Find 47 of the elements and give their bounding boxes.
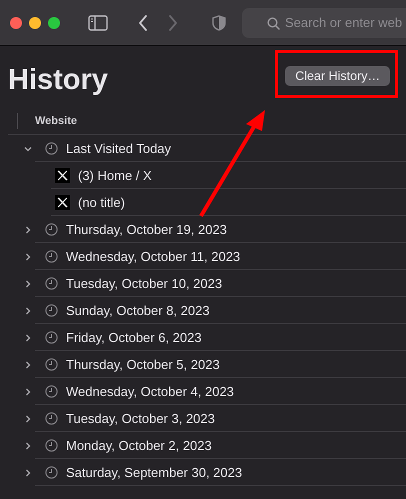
history-date[interactable]: Thursday, October 5, 2023: [66, 356, 220, 372]
disclosure-icon[interactable]: [24, 280, 32, 288]
disclosure-icon[interactable]: [24, 252, 32, 260]
clear-history-button[interactable]: Clear History…: [285, 66, 390, 86]
clock-icon: [45, 438, 58, 452]
history-date[interactable]: Wednesday, October 11, 2023: [66, 248, 240, 264]
back-icon[interactable]: [138, 14, 148, 30]
clock-icon: [45, 358, 58, 370]
minimize-button[interactable]: [29, 16, 41, 28]
clock-icon: [45, 142, 58, 154]
disclosure-icon[interactable]: [24, 334, 32, 342]
x-logo-icon: [55, 194, 70, 210]
disclosure-icon[interactable]: [24, 360, 32, 368]
clock-icon: [45, 412, 58, 424]
history-date[interactable]: Last Visited Today: [66, 140, 172, 156]
zoom-button[interactable]: [48, 16, 60, 28]
clock-icon: [45, 222, 58, 236]
history-date[interactable]: Tuesday, October 10, 2023: [66, 276, 222, 290]
shield-icon[interactable]: [212, 14, 226, 30]
clock-icon: [45, 466, 58, 478]
clock-icon: [45, 384, 58, 398]
history-date[interactable]: Saturday, September 30, 2023: [66, 464, 242, 480]
history-item[interactable]: (3) Home / X: [78, 168, 152, 182]
history-item[interactable]: (no title): [78, 194, 125, 210]
disclosure-icon[interactable]: [24, 388, 32, 396]
history-date[interactable]: Monday, October 2, 2023: [66, 438, 212, 452]
disclosure-icon[interactable]: [24, 226, 32, 234]
x-logo-icon: [55, 168, 70, 182]
history-date[interactable]: Wednesday, October 4, 2023: [66, 384, 234, 398]
close-button[interactable]: [10, 16, 22, 28]
disclosure-icon[interactable]: [24, 306, 32, 314]
history-date[interactable]: Sunday, October 8, 2023: [66, 302, 210, 318]
history-date[interactable]: Tuesday, October 3, 2023: [66, 410, 215, 426]
sidebar-icon[interactable]: [88, 14, 108, 30]
clock-icon: [45, 276, 58, 290]
disclosure-icon[interactable]: [24, 442, 32, 450]
disclosure-icon[interactable]: [24, 468, 32, 476]
page-title: History: [8, 64, 108, 96]
history-date[interactable]: Thursday, October 19, 2023: [66, 222, 227, 236]
clock-icon: [45, 304, 58, 316]
column-header[interactable]: Website: [35, 115, 77, 127]
disclosure-icon[interactable]: [24, 414, 32, 422]
search-field[interactable]: Search or enter web: [242, 8, 406, 38]
history-date[interactable]: Friday, October 6, 2023: [66, 330, 202, 344]
disclosure-icon[interactable]: [24, 144, 32, 152]
clock-icon: [45, 250, 58, 262]
clock-icon: [45, 330, 58, 344]
